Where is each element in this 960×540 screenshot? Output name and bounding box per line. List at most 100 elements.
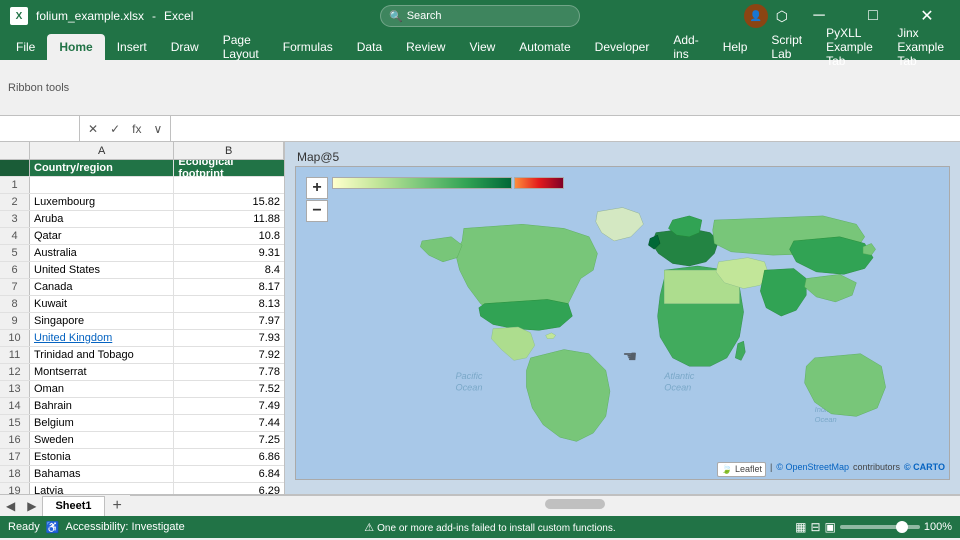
sheet-nav-right[interactable]: ▶ (21, 499, 42, 513)
status-icons: Ready ♿ Accessibility: Investigate (8, 521, 185, 534)
zoom-level: 100% (924, 521, 952, 533)
search-placeholder: Search (407, 10, 442, 22)
row-num-header (0, 142, 30, 159)
sheet-tab-sheet1[interactable]: Sheet1 (42, 496, 104, 516)
tab-formulas[interactable]: Formulas (271, 34, 345, 60)
svg-text:Atlantic: Atlantic (663, 371, 694, 381)
formula-icons: ✕ ✓ fx ∨ (80, 116, 171, 141)
table-row: 11 Trinidad and Tobago 7.92 (0, 347, 284, 364)
svg-text:Ocean: Ocean (815, 415, 837, 424)
expand-icon[interactable]: ∨ (149, 120, 166, 138)
leaflet-badge: 🍃 Leaflet (717, 462, 766, 477)
view-layout-icon[interactable]: ▣ (825, 520, 836, 534)
tab-draw[interactable]: Draw (159, 34, 211, 60)
legend-green-gradient (332, 177, 512, 189)
legend-red-gradient (514, 177, 564, 189)
zoom-out-button[interactable]: − (306, 200, 328, 222)
svg-text:Ocean: Ocean (664, 382, 691, 392)
map-attribution: 🍃 Leaflet | © OpenStreetMap contributors… (717, 462, 945, 477)
tab-view[interactable]: View (457, 34, 507, 60)
accessibility-status[interactable]: Accessibility: Investigate (66, 521, 185, 533)
table-row: 7 Canada 8.17 (0, 279, 284, 296)
spreadsheet: A B Country/region Ecological footprint … (0, 142, 285, 494)
name-box[interactable] (0, 116, 80, 141)
ribbon-content: Ribbon tools (0, 60, 960, 116)
table-row: 1 (0, 177, 284, 194)
horizontal-scrollbar[interactable] (130, 495, 960, 516)
copilot-icon[interactable]: ⬡ (776, 8, 788, 25)
tab-pyxll[interactable]: PyXLL Example Tab (814, 34, 885, 60)
cell-value (174, 177, 284, 193)
user-avatar: 👤 (744, 4, 768, 28)
carto-link[interactable]: © CARTO (904, 462, 945, 477)
tab-review[interactable]: Review (394, 34, 457, 60)
tab-addins[interactable]: Add-ins (661, 34, 710, 60)
table-row: 6 United States 8.4 (0, 262, 284, 279)
table-row: 15 Belgium 7.44 (0, 415, 284, 432)
notification-area: ⚠ One or more add-ins failed to install … (193, 521, 787, 534)
osm-link[interactable]: © OpenStreetMap (776, 462, 849, 477)
view-normal-icon[interactable]: ▦ (795, 520, 806, 534)
table-row: 17 Estonia 6.86 (0, 449, 284, 466)
notification-text: One or more add-ins failed to install cu… (377, 523, 615, 534)
scroll-thumb[interactable] (545, 499, 605, 509)
map-area[interactable]: Map@5 + − Pacific Ocean (285, 142, 960, 494)
excel-icon: X (10, 7, 28, 25)
tab-help[interactable]: Help (711, 34, 760, 60)
title-app-name: Excel (164, 9, 193, 23)
row-num: 1 (0, 177, 30, 193)
search-icon: 🔍 (389, 10, 403, 23)
col-b-header: B (174, 142, 284, 159)
cell-country (30, 177, 174, 193)
sheet-tabs: ◀ ▶ Sheet1 + (0, 494, 960, 516)
accessibility-icon: ♿ (46, 521, 60, 534)
add-sheet-button[interactable]: + (105, 497, 130, 515)
tab-page-layout[interactable]: Page Layout (211, 34, 271, 60)
svg-text:Pacific: Pacific (455, 371, 482, 381)
col-headers: A B (0, 142, 284, 160)
table-row: 18 Bahamas 6.84 (0, 466, 284, 483)
view-page-icon[interactable]: ⊟ (810, 520, 820, 534)
col-a-header: A (30, 142, 174, 159)
tab-file[interactable]: File (4, 34, 47, 60)
table-row: 4 Qatar 10.8 (0, 228, 284, 245)
main-right: Map@5 + − Pacific Ocean (285, 142, 960, 494)
zoom-controls: ▦ ⊟ ▣ 100% (795, 520, 952, 534)
title-bar-left: X folium_example.xlsx - Excel (10, 7, 323, 25)
ribbon-placeholder: Ribbon tools (8, 82, 69, 94)
table-row: 9 Singapore 7.97 (0, 313, 284, 330)
tab-developer[interactable]: Developer (583, 34, 662, 60)
fx-icon[interactable]: fx (128, 120, 145, 138)
tab-data[interactable]: Data (345, 34, 394, 60)
tab-script-lab[interactable]: Script Lab (759, 34, 814, 60)
zoom-thumb[interactable] (896, 521, 908, 533)
status-bar: Ready ♿ Accessibility: Investigate ⚠ One… (0, 516, 960, 538)
sheet-nav-left[interactable]: ◀ (0, 499, 21, 513)
map-controls[interactable]: + − (306, 177, 328, 222)
header-footprint: Ecological footprint (174, 160, 284, 176)
tab-insert[interactable]: Insert (105, 34, 159, 60)
tab-jinx[interactable]: Jinx Example Tab (885, 34, 956, 60)
ribbon-tabs: File Home Insert Draw Page Layout Formul… (0, 32, 960, 60)
map-container[interactable]: + − Pacific Ocean Atlantic Ocean Indian … (295, 166, 950, 480)
table-row: 2 Luxembourg 15.82 (0, 194, 284, 211)
tab-home[interactable]: Home (47, 34, 104, 60)
zoom-slider[interactable] (840, 525, 920, 529)
tab-automate[interactable]: Automate (507, 34, 582, 60)
world-map-svg[interactable]: Pacific Ocean Atlantic Ocean Indian Ocea… (296, 195, 949, 479)
confirm-icon[interactable]: ✓ (106, 120, 124, 138)
svg-text:Ocean: Ocean (455, 382, 482, 392)
cancel-icon[interactable]: ✕ (84, 120, 102, 138)
title-app: - (152, 9, 156, 23)
map-title: Map@5 (297, 150, 339, 164)
table-header-row: Country/region Ecological footprint (0, 160, 284, 177)
header-country: Country/region (30, 160, 174, 176)
table-row: 3 Aruba 11.88 (0, 211, 284, 228)
zoom-in-button[interactable]: + (306, 177, 328, 199)
search-box[interactable]: 🔍 Search (380, 5, 580, 27)
svg-text:☚: ☚ (623, 347, 638, 366)
table-row: 10 United Kingdom 7.93 (0, 330, 284, 347)
title-text: folium_example.xlsx (36, 9, 144, 23)
notification-icon: ⚠ (364, 522, 374, 534)
table-row: 5 Australia 9.31 (0, 245, 284, 262)
